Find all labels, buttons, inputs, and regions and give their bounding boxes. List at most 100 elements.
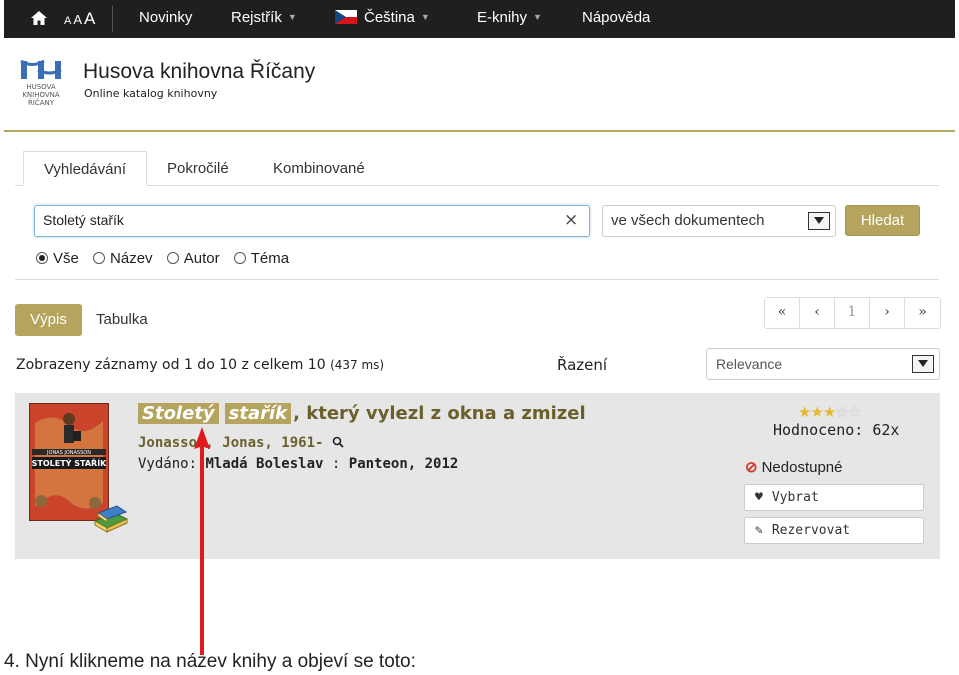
nav-napoveda[interactable]: Nápověda <box>582 9 650 26</box>
nav-napoveda-label: Nápověda <box>582 9 651 26</box>
search-scope-select[interactable]: ve všech dokumentech <box>602 205 836 237</box>
nav-rejstrik-label: Rejstřík <box>231 9 282 26</box>
font-size-medium[interactable]: A <box>73 12 82 27</box>
search-button[interactable]: Hledat <box>845 205 920 236</box>
nav-rejstrik[interactable]: Rejstřík ▼ <box>231 9 297 26</box>
results-count: Zobrazeny záznamy od 1 do 10 z celkem 10 <box>16 357 326 373</box>
cover-author: JONAS JONASSON <box>46 450 91 456</box>
view-table-tab[interactable]: Tabulka <box>96 311 148 328</box>
record-title[interactable]: Stoletý stařík, který vylezl z okna a zmi… <box>138 403 586 424</box>
reserve-button[interactable]: ✎ Rezervovat <box>744 517 924 544</box>
svg-text:KNIHOVNA: KNIHOVNA <box>22 91 60 99</box>
record-author[interactable]: Jonasson, Jonas, 1961- <box>138 435 344 451</box>
section-divider <box>15 279 939 280</box>
tab-pokrocile[interactable]: Pokročilé <box>167 151 229 186</box>
clear-search-icon[interactable]: × <box>564 210 578 230</box>
star-filled-icon: ★ <box>810 403 823 421</box>
radio-vse-label: Vše <box>53 250 79 267</box>
published-place: Mladá Boleslav <box>205 456 324 472</box>
reserve-label: Rezervovat <box>771 523 851 538</box>
caret-down-icon: ▼ <box>533 12 542 22</box>
chevron-down-icon[interactable] <box>912 355 934 373</box>
star-filled-icon: ★ <box>822 403 836 421</box>
title-highlight-1: Stoletý <box>138 403 219 424</box>
radio-autor-label: Autor <box>183 250 220 267</box>
nav-novinky[interactable]: Novinky <box>139 9 192 26</box>
star-empty-icon: ★ <box>835 403 848 421</box>
book-stack-icon <box>93 505 129 533</box>
star-empty-icon: ★ <box>847 403 861 421</box>
font-size-large[interactable]: A <box>84 9 95 28</box>
pagination: « ‹ 1 › » <box>764 297 941 329</box>
record-author-name: Jonasson, Jonas, 1961- <box>138 435 324 451</box>
title-rest: , který vylezl z okna a zmizel <box>293 403 586 424</box>
search-field-radios: Vše Název Autor Téma <box>36 250 299 267</box>
radio-empty-icon <box>93 252 106 264</box>
search-scope-value: ve všech dokumentech <box>611 212 765 229</box>
sort-select[interactable]: Relevance <box>706 348 940 380</box>
svg-text:ŘÍČANY: ŘÍČANY <box>28 98 55 107</box>
result-record: JONAS JONASSON STOLETÝ STAŘÍK Stoletý sta… <box>15 393 940 559</box>
select-button[interactable]: ♥ Vybrat <box>744 484 924 511</box>
font-size-small[interactable]: A <box>64 15 71 27</box>
radio-nazev[interactable]: Název <box>93 250 153 267</box>
title-highlight-2: stařík <box>224 403 292 424</box>
record-published: Vydáno: Mladá Boleslav : Panteon, 2012 <box>138 456 458 472</box>
sort-label: Řazení <box>557 356 608 374</box>
site-subtitle: Online katalog knihovny <box>84 87 218 100</box>
heart-icon: ♥ <box>755 490 763 505</box>
results-info: Zobrazeny záznamy od 1 do 10 z celkem 10… <box>16 357 384 373</box>
pager-last[interactable]: » <box>905 298 940 328</box>
radio-empty-icon <box>233 252 246 264</box>
pager-prev[interactable]: ‹ <box>800 298 835 328</box>
radio-autor[interactable]: Autor <box>166 250 220 267</box>
top-navbar: AAA Novinky Rejstřík ▼ Čeština ▼ E-knihy ▼ … <box>4 0 955 38</box>
home-icon[interactable] <box>30 9 48 27</box>
radio-selected-icon <box>36 252 48 264</box>
sort-value: Relevance <box>716 356 783 372</box>
cover-title: STOLETÝ STAŘÍK <box>32 457 108 468</box>
tabs-baseline <box>15 185 939 186</box>
radio-nazev-label: Název <box>110 250 153 267</box>
nav-divider <box>112 6 113 32</box>
flag-cz-icon <box>335 10 357 24</box>
rating-stars[interactable]: ★★★★★ <box>798 403 861 421</box>
search-input[interactable]: Stoletý stařík <box>34 205 590 237</box>
pager-next[interactable]: › <box>870 298 905 328</box>
chevron-down-icon[interactable] <box>808 212 830 230</box>
pager-current[interactable]: 1 <box>835 298 870 328</box>
nav-eknihy[interactable]: E-knihy ▼ <box>477 9 542 26</box>
pager-first[interactable]: « <box>765 298 800 328</box>
radio-vse[interactable]: Vše <box>36 250 79 267</box>
radio-empty-icon <box>166 252 179 264</box>
availability-status: ⊘ Nedostupné <box>745 458 842 476</box>
view-list-button[interactable]: Výpis <box>15 304 82 336</box>
rating-count: Hodnoceno: 62x <box>773 421 900 439</box>
svg-text:HUSOVA: HUSOVA <box>26 83 56 91</box>
pencil-icon: ✎ <box>755 523 763 538</box>
site-title[interactable]: Husova knihovna Říčany <box>83 60 315 84</box>
font-size-switcher: AAA <box>64 9 97 29</box>
published-sep: : <box>323 456 349 472</box>
nav-language-label: Čeština <box>364 9 415 26</box>
star-filled-icon: ★ <box>798 403 811 421</box>
tab-vyhledavani[interactable]: Vyhledávání <box>23 151 147 186</box>
header-divider <box>4 130 955 132</box>
magnifier-icon[interactable] <box>332 436 344 448</box>
nav-language[interactable]: Čeština ▼ <box>335 9 430 26</box>
radio-tema[interactable]: Téma <box>233 250 290 267</box>
radio-tema-label: Téma <box>250 250 290 267</box>
instruction-caption: 4. Nyní klikneme na název knihy a objeví… <box>4 651 416 672</box>
tab-kombinovane[interactable]: Kombinované <box>273 151 365 186</box>
nav-novinky-label: Novinky <box>139 9 193 26</box>
caret-down-icon: ▼ <box>420 12 430 22</box>
annotation-arrow <box>194 427 210 655</box>
select-label: Vybrat <box>771 490 819 505</box>
published-publisher: Panteon, 2012 <box>348 456 459 472</box>
library-logo[interactable]: HUSOVA KNIHOVNA ŘÍČANY <box>18 58 64 108</box>
availability-label: Nedostupné <box>761 459 843 476</box>
nav-eknihy-label: E-knihy <box>477 9 528 26</box>
ban-icon: ⊘ <box>745 459 758 476</box>
caret-down-icon: ▼ <box>287 12 297 22</box>
results-time: (437 ms) <box>330 358 385 372</box>
